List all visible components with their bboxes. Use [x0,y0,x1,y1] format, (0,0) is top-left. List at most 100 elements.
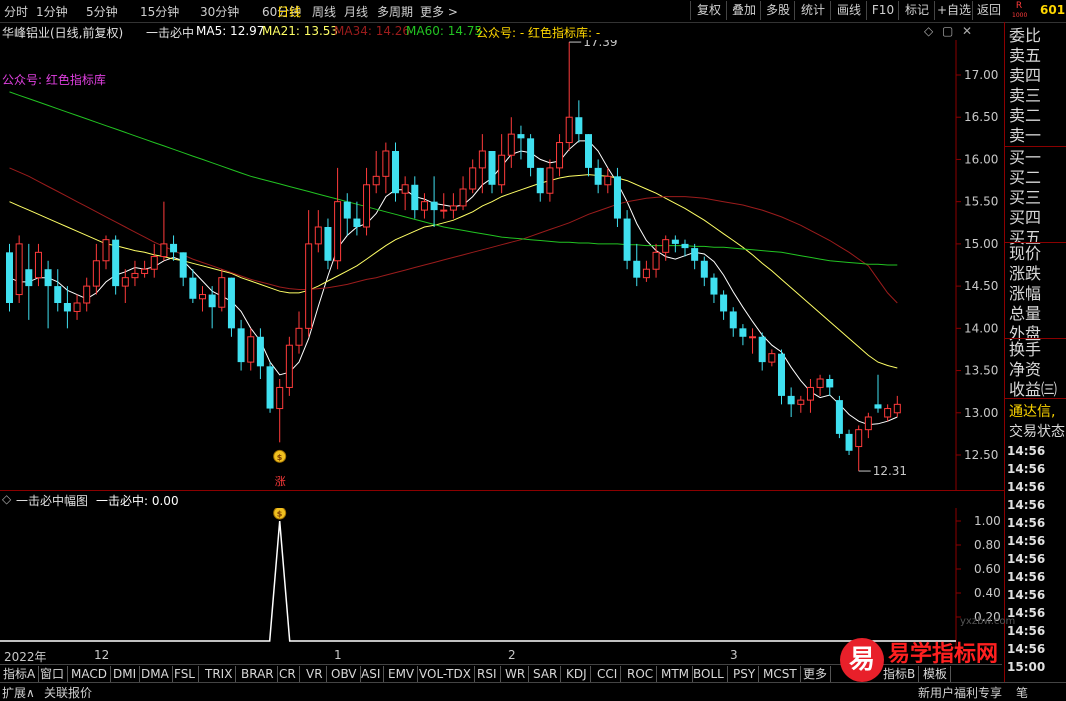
tick-time: 14:56 [1007,534,1046,548]
related-quotes-button[interactable]: 关联报价 [44,684,92,701]
indicator-tab-5[interactable]: FSL [171,666,199,682]
quote-panel-divider [1005,242,1066,243]
btn-add-watchlist[interactable]: +自选 [934,1,973,20]
stock-name[interactable]: 华峰铝业(日线,前复权) [2,24,123,41]
candle-body-down [63,303,71,312]
sub-indicator-toggle-icon[interactable]: ◇ [2,492,11,506]
btn-restore-rights[interactable]: 复权 [690,1,727,20]
indicator-tab-10[interactable]: OBV [328,666,361,682]
candle-body-down [237,328,245,363]
sub-indicator-title[interactable]: 一击必中幅图 [16,492,88,509]
indicator-name[interactable]: 一击必中 [146,24,194,41]
indicator-tab-22[interactable]: PSY [730,666,760,682]
ma60-value: MA60: 14.75 [406,24,483,38]
period-tab-1[interactable]: 1分钟 [36,3,68,20]
sub-tick-label: 0.60 [974,562,1001,576]
candle-body-down [700,260,708,278]
candle-body-up [662,239,670,253]
indicator-tab-18[interactable]: CCI [594,666,622,682]
indicator-tab-7[interactable]: BRAR [238,666,278,682]
candle-body-up [642,268,650,279]
candle-body-up [884,408,892,418]
quote-field-0: 委比 [1009,26,1042,45]
btn-mark[interactable]: 标记 [898,1,935,20]
candle-body-up [372,175,380,186]
candle-body-down [633,260,641,278]
indicator-tab-11[interactable]: ASI [358,666,385,682]
indicator-tab-2[interactable]: MACD [68,666,111,682]
indicator-tab-1[interactable]: 窗口 [37,666,69,682]
price-tick-label: 16.50 [964,110,998,124]
chart-maximize-icon[interactable]: ▢ [942,24,953,38]
date-label-3: 2 [508,648,516,662]
btn-f10[interactable]: F10 [866,1,899,20]
expand-button[interactable]: 扩展∧ [2,684,35,701]
candle-body-down [710,277,718,295]
chart-bg [0,40,956,490]
btn-multi-stock[interactable]: 多股 [760,1,795,20]
candle-body-down [227,277,235,329]
indicator-tab-16[interactable]: SAR [530,666,562,682]
kline-chart[interactable]: 17.00 16.50 16.00 15.50 15.00 14.50 14.00 13.50… [0,40,1002,490]
btn-statistics[interactable]: 统计 [794,1,831,20]
sub-indicator-chart[interactable]: 1.000.800.600.400.20 $ [0,508,1002,648]
indicator-tab-21[interactable]: BOLL [690,666,728,682]
chart-close-icon[interactable]: ✕ [962,24,972,38]
chart-settings-icon[interactable]: ◇ [924,24,933,38]
btn-draw-line[interactable]: 画线 [830,1,867,20]
period-tab-0[interactable]: 分时 [4,3,28,20]
date-label-1: 12 [94,648,110,662]
period-tab-7[interactable]: 周线 [312,3,336,20]
pen-button[interactable]: 笔 [1016,684,1028,701]
candle-body-up [150,256,158,270]
trade-status-link[interactable]: 交易状态 [1009,422,1065,442]
ma21-value: MA21: 13.53 [262,24,339,38]
candle-body-up [121,277,129,287]
watermark-text: 易学指标网 [888,642,999,667]
indicator-tab-12[interactable]: EMV [385,666,419,682]
money-bag-symbol: $ [277,453,283,462]
indicator-info-bar: 华峰铝业(日线,前复权) 一击必中 MA5: 12.97 MA21: 13.53… [0,22,1000,40]
quote-panel-divider [1005,398,1066,399]
candle-body-up [855,429,863,448]
quote-field-7: 买二 [1009,168,1042,187]
indicator-tab-17[interactable]: KDJ [563,666,591,682]
period-tab-9[interactable]: 多周期 [377,3,413,20]
period-tab-8[interactable]: 月线 [344,3,368,20]
price-tick-label: 15.00 [964,237,998,251]
candle-body-up [498,154,506,186]
period-tab-2[interactable]: 5分钟 [86,3,118,20]
indicator-tab-15[interactable]: WR [502,666,530,682]
candle-body-up [199,294,206,300]
indicator-tab-24[interactable]: 更多 [800,666,832,682]
sub-tick-label: 0.40 [974,586,1001,600]
indicator-tab-20[interactable]: MTM [658,666,694,682]
candle-body-down [835,400,843,434]
quote-field-17: 净资 [1009,360,1042,379]
period-more[interactable]: 更多 > [420,3,458,20]
indicator-tab-4[interactable]: DMA [138,666,173,682]
indicator-tab-3[interactable]: DMI [110,666,141,682]
tdx-link[interactable]: 通达信, [1009,402,1055,422]
indicator-tab-19[interactable]: ROC [624,666,658,682]
candle-body-up [285,344,293,388]
indicator-tab-6[interactable]: TRIX [202,666,237,682]
quote-field-2: 卖四 [1009,66,1042,85]
indicator-tab-14[interactable]: RSI [474,666,501,682]
period-tab-4[interactable]: 30分钟 [200,3,239,20]
indicator-tab-8[interactable]: CR [276,666,300,682]
price-tick-label: 14.00 [964,321,998,335]
btn-overlay[interactable]: 叠加 [726,1,761,20]
indicator-tab-9[interactable]: VR [303,666,327,682]
indicator-tab-23[interactable]: MCST [760,666,801,682]
quote-field-13: 涨幅 [1009,284,1042,303]
quote-field-14: 总量 [1009,304,1042,323]
indicator-tab-13[interactable]: VOL-TDX [416,666,475,682]
btn-back[interactable]: 返回 [972,1,1005,20]
period-tab-3[interactable]: 15分钟 [140,3,179,20]
indicator-tab-0[interactable]: 指标A [0,666,40,682]
candle-body-down [575,117,583,135]
new-user-promo-link[interactable]: 新用户福利专享 [918,684,1002,701]
candle-body-down [778,353,785,396]
period-tab-daily[interactable]: 日线 [277,3,301,20]
